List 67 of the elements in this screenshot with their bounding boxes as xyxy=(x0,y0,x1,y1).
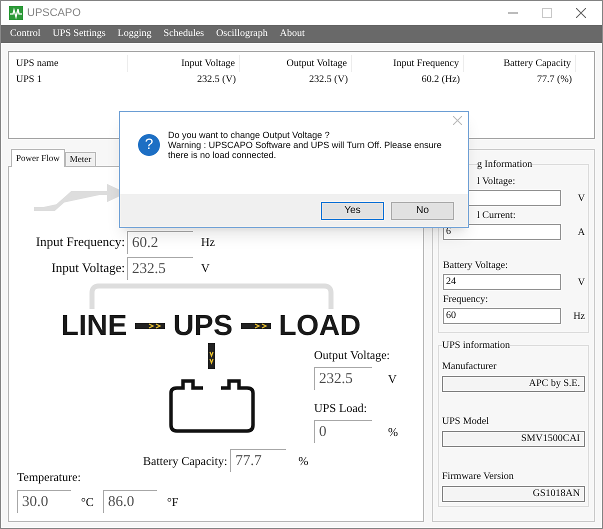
field-label: Input Frequency: xyxy=(34,233,126,252)
unit-label: °F xyxy=(167,494,178,510)
tab[interactable]: Power Flow xyxy=(11,149,65,167)
field-label: Manufacturer xyxy=(442,361,498,373)
value-field: SMV1500CAI xyxy=(442,431,585,447)
unit-label: % xyxy=(298,452,308,470)
dialog-button[interactable]: Yes xyxy=(321,202,384,220)
value-field: APC by S.E. xyxy=(442,376,585,392)
unit-label: V xyxy=(578,192,585,206)
field-label: Frequency: xyxy=(443,294,489,306)
table-cell-text: 77.7 (%) xyxy=(536,73,573,87)
unit-label: V xyxy=(201,260,210,277)
column-header[interactable]: Output Voltage xyxy=(240,55,352,72)
value-field[interactable]: 24 xyxy=(443,274,561,290)
column-header[interactable]: UPS name xyxy=(12,55,128,72)
menu-item[interactable]: Schedules xyxy=(164,26,204,42)
field-label: Input Voltage: xyxy=(50,259,126,278)
menu-item[interactable]: Control xyxy=(10,26,41,42)
dialog-button[interactable]: No xyxy=(391,202,454,220)
dialog-message: Do you want to change Output Voltage ? xyxy=(168,130,331,140)
column-header[interactable]: Input Voltage xyxy=(128,55,240,72)
app-logo-icon xyxy=(9,6,23,20)
menu-item[interactable]: UPS Settings xyxy=(52,26,106,42)
column-header[interactable]: Input Frequency xyxy=(352,55,464,72)
flow-node-label: LOAD xyxy=(278,309,361,343)
field-label: l Current: xyxy=(477,210,516,222)
unit-label: A xyxy=(578,226,585,240)
unit-label: Hz xyxy=(573,310,585,324)
unit-label: °C xyxy=(81,494,95,510)
field-label: Output Voltage: xyxy=(314,347,391,363)
group-title: g Information xyxy=(477,158,532,172)
field-label: Battery Voltage: xyxy=(443,260,509,272)
dialog-message: Warning : UPSCAPO Software and UPS will Turn Off. Please ensure there is no load connected. xyxy=(168,140,443,160)
value-field[interactable]: 0 xyxy=(314,420,372,443)
unit-label: V xyxy=(578,276,585,290)
table-cell-text: 232.5 (V) xyxy=(196,73,237,87)
maximize-icon[interactable] xyxy=(542,8,552,18)
value-field[interactable]: 60 xyxy=(443,308,561,324)
value-field[interactable]: 232.5 xyxy=(127,256,193,280)
table-cell-text: 60.2 (Hz) xyxy=(420,73,461,87)
value-field: GS1018AN xyxy=(442,486,585,502)
table-cell-text: 232.5 (V) xyxy=(308,73,349,87)
field-label: UPS Load: xyxy=(314,400,368,416)
close-icon[interactable] xyxy=(576,8,586,18)
menu-item[interactable]: About xyxy=(280,26,305,42)
field-label: Battery Capacity: xyxy=(143,452,228,470)
field-label: Temperature: xyxy=(17,469,82,486)
menu-item[interactable]: Oscillograph xyxy=(216,26,268,42)
value-field[interactable]: 60.2 xyxy=(127,230,193,254)
window-title: UPSCAPO xyxy=(27,6,81,21)
value-field[interactable]: 30.0 xyxy=(17,490,71,513)
table-cell-text: UPS 1 xyxy=(15,73,43,87)
field-label: Firmware Version xyxy=(442,471,515,483)
question-icon: ? xyxy=(138,134,160,156)
menu-item[interactable]: Logging xyxy=(118,26,152,42)
column-header[interactable]: Battery Capacity xyxy=(464,55,576,72)
unit-label: % xyxy=(388,424,398,440)
tab[interactable]: Meter xyxy=(64,152,96,167)
field-label: l Voltage: xyxy=(477,176,516,188)
flow-node-label: LINE xyxy=(61,309,128,343)
value-field[interactable]: 86.0 xyxy=(103,490,157,513)
unit-label: V xyxy=(388,370,397,388)
unit-label: Hz xyxy=(201,234,215,251)
flow-node-label: UPS xyxy=(173,309,233,343)
value-field[interactable]: 77.7 xyxy=(230,449,286,472)
value-field[interactable]: 232.5 xyxy=(314,367,372,390)
field-label: UPS Model xyxy=(442,416,490,428)
